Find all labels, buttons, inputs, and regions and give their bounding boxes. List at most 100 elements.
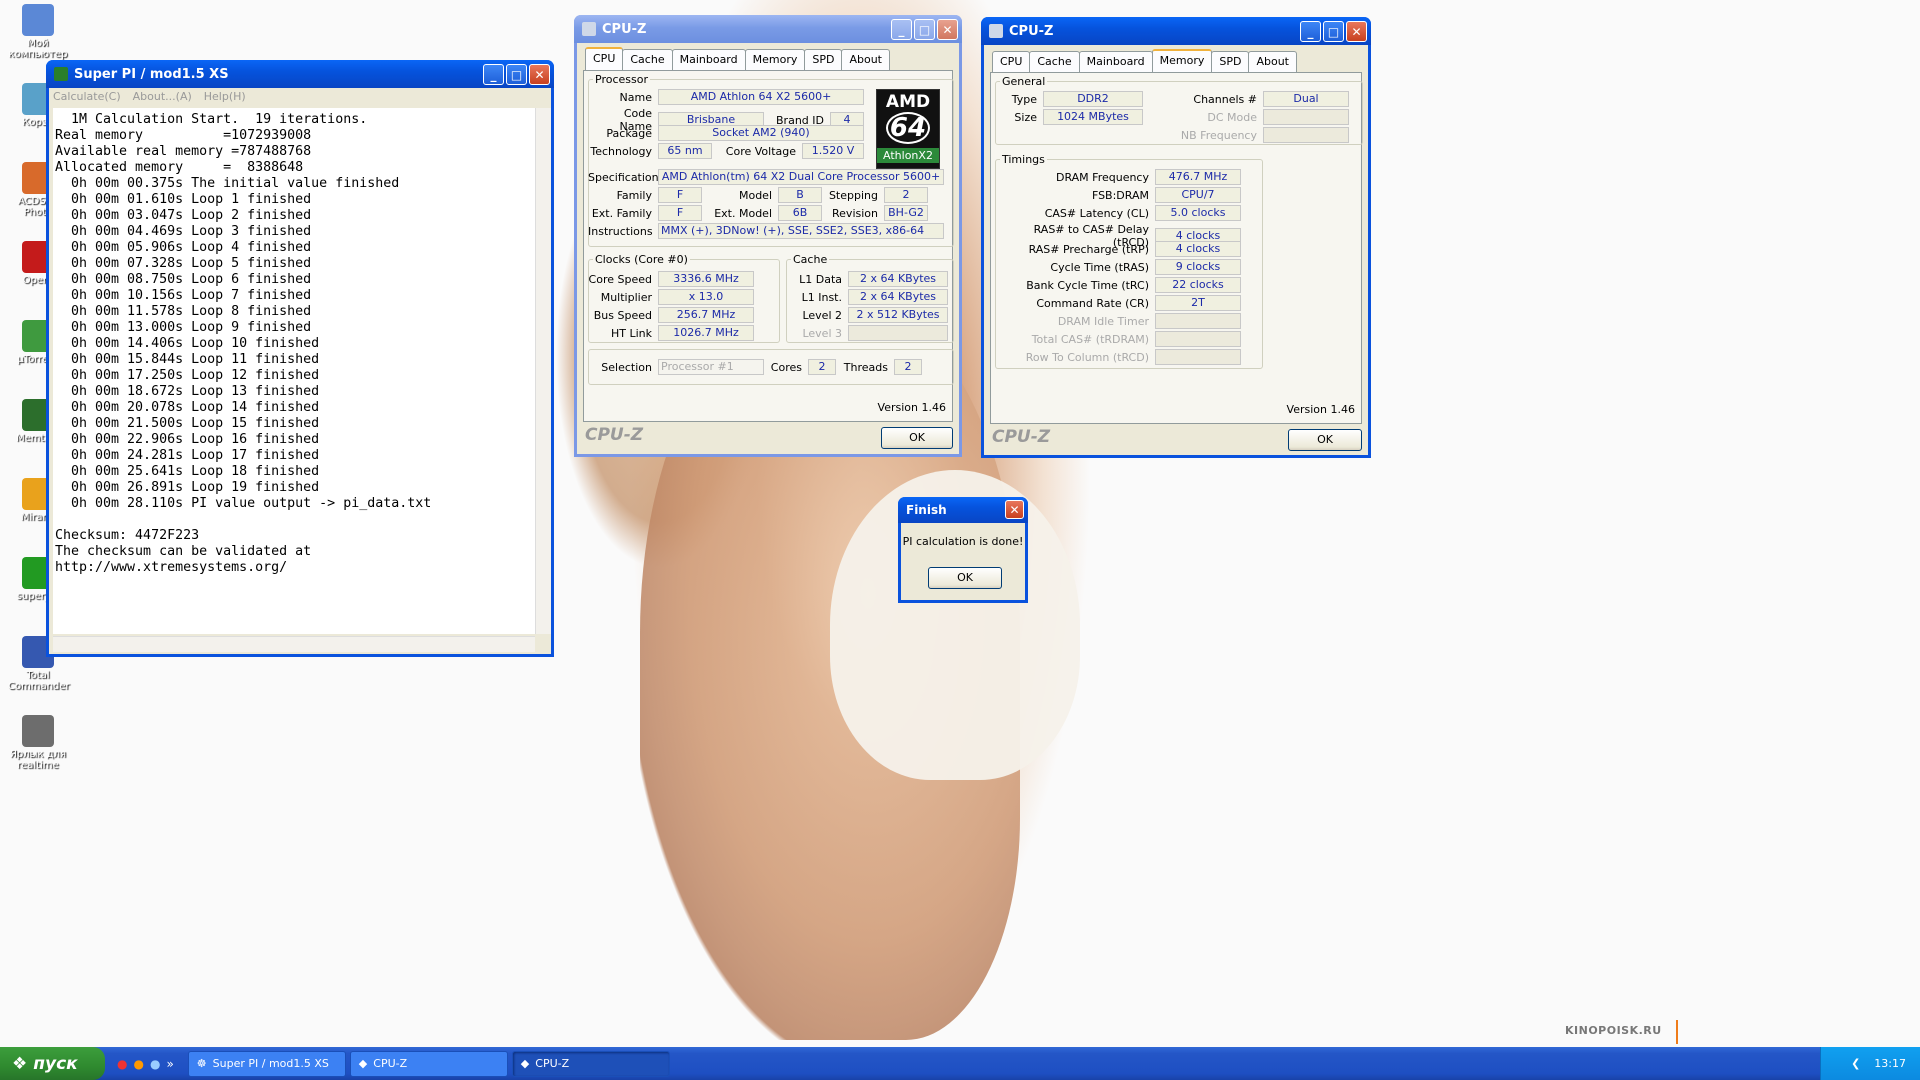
- model: B: [778, 187, 822, 203]
- cpuz-cpu-window[interactable]: CPU-Z _ □ ✕ CPU Cache Mainboard Memory S…: [574, 15, 962, 457]
- timing-label: Row To Column (tRCD): [1025, 350, 1149, 364]
- output-line: 0h 00m 28.110s PI value output -> pi_dat…: [55, 496, 432, 511]
- desktop-shortcut-icon: [22, 4, 54, 36]
- tab-about[interactable]: About: [1248, 51, 1297, 72]
- cpuz-brand: CPU-Z: [585, 425, 644, 445]
- menu-help[interactable]: Help(H): [204, 90, 246, 106]
- maximize-button[interactable]: □: [506, 64, 527, 85]
- maximize-button[interactable]: □: [914, 19, 935, 40]
- cpuz-version: Version 1.46: [1286, 403, 1355, 416]
- desktop-icon-label: Ярлык для realtime: [9, 749, 67, 771]
- timing-row: RAS# Precharge (tRP) 4 clocks: [995, 241, 1241, 257]
- superpi-window[interactable]: Super PI / mod1.5 XS _ □ ✕ Calculate(C) …: [46, 60, 554, 657]
- menu-about[interactable]: About...(A): [133, 90, 192, 106]
- dcmode-label: DC Mode: [1207, 110, 1257, 124]
- superpi-titlebar[interactable]: Super PI / mod1.5 XS _ □ ✕: [46, 60, 554, 88]
- tab-cpu[interactable]: CPU: [585, 47, 624, 70]
- name-label: Name: [619, 90, 652, 104]
- output-line: 0h 00m 04.469s Loop 3 finished: [55, 224, 312, 239]
- cores: 2: [808, 359, 836, 375]
- menu-calculate[interactable]: Calculate(C): [53, 90, 121, 106]
- ext-family: F: [658, 205, 702, 221]
- tab-memory[interactable]: Memory: [744, 49, 806, 70]
- timing-row: CAS# Latency (CL) 5.0 clocks: [995, 205, 1241, 221]
- close-button[interactable]: ✕: [529, 64, 550, 85]
- cpuz-cpu-titlebar[interactable]: CPU-Z _ □ ✕: [574, 15, 962, 43]
- close-button[interactable]: ✕: [937, 19, 958, 40]
- tab-mainboard[interactable]: Mainboard: [1078, 51, 1153, 72]
- cache-legend: Cache: [793, 253, 828, 266]
- opera-quicklaunch-icon[interactable]: ●: [117, 1057, 127, 1071]
- specification: AMD Athlon(tm) 64 X2 Dual Core Processor…: [658, 169, 944, 185]
- dc-mode: [1263, 109, 1349, 125]
- tab-memory[interactable]: Memory: [1151, 49, 1213, 72]
- output-line: 0h 00m 13.000s Loop 9 finished: [55, 320, 312, 335]
- finish-dialog[interactable]: Finish ✕ PI calculation is done! OK: [898, 497, 1028, 603]
- tab-cache[interactable]: Cache: [1029, 51, 1080, 72]
- cpuz-memory-tabs: CPU Cache Mainboard Memory SPD About: [984, 45, 1368, 72]
- browser-quicklaunch-icon[interactable]: ●: [150, 1057, 160, 1071]
- multiplier-label: Multiplier: [600, 290, 652, 304]
- cpuz-brand: CPU-Z: [992, 427, 1051, 447]
- specification-label: Specification: [588, 170, 659, 184]
- cpuz-app-icon: [582, 22, 596, 36]
- cpuz-version: Version 1.46: [877, 401, 946, 414]
- close-button[interactable]: ✕: [1346, 21, 1367, 42]
- tray-back-icon[interactable]: ❮: [1851, 1057, 1860, 1070]
- processor-select[interactable]: Processor #1: [658, 359, 764, 375]
- desktop-icon[interactable]: Ярлык для realtime: [8, 715, 68, 771]
- output-line: 0h 00m 25.641s Loop 18 finished: [55, 464, 320, 479]
- logo-64: 64: [886, 112, 930, 144]
- logo-athlon: AthlonX2: [877, 148, 939, 163]
- ok-button[interactable]: OK: [1288, 429, 1362, 451]
- cpuz-memory-titlebar[interactable]: CPU-Z _ □ ✕: [981, 17, 1371, 45]
- finish-message: PI calculation is done!: [902, 535, 1024, 548]
- vertical-scrollbar[interactable]: [535, 108, 551, 634]
- technology-label: Technology: [590, 144, 652, 158]
- cpuz-task-icon: ◆: [520, 1057, 530, 1070]
- cores-label: Cores: [770, 360, 802, 374]
- tab-cache[interactable]: Cache: [622, 49, 673, 70]
- tab-about[interactable]: About: [841, 49, 890, 70]
- close-button[interactable]: ✕: [1005, 500, 1024, 519]
- ok-button[interactable]: OK: [881, 427, 953, 449]
- task-cpuz-2[interactable]: ◆ CPU-Z: [511, 1050, 670, 1077]
- output-line: 0h 00m 11.578s Loop 8 finished: [55, 304, 312, 319]
- task-cpuz-2-label: CPU-Z: [535, 1057, 570, 1070]
- ext-family-label: Ext. Family: [591, 206, 652, 220]
- cpuz-memory-panel: General Type DDR2 Channels # Dual Size 1024 …: [990, 72, 1363, 424]
- core-voltage: 1.520 V: [802, 143, 864, 159]
- finish-titlebar[interactable]: Finish ✕: [898, 497, 1028, 523]
- l1-data: 2 x 64 KBytes: [848, 271, 948, 287]
- tab-spd[interactable]: SPD: [1211, 51, 1250, 72]
- task-superpi[interactable]: ☸ Super PI / mod1.5 XS: [187, 1050, 346, 1077]
- finish-ok-button[interactable]: OK: [928, 567, 1002, 589]
- cpuz-memory-window[interactable]: CPU-Z _ □ ✕ CPU Cache Mainboard Memory S…: [981, 17, 1371, 458]
- chevron-more-icon[interactable]: »: [166, 1057, 173, 1071]
- minimize-button[interactable]: _: [483, 64, 504, 85]
- minimize-button[interactable]: _: [891, 19, 912, 40]
- firefox-quicklaunch-icon[interactable]: ●: [133, 1057, 143, 1071]
- timing-row: DRAM Frequency 476.7 MHz: [995, 169, 1241, 185]
- tab-spd[interactable]: SPD: [804, 49, 843, 70]
- output-line: http://www.xtremesystems.org/: [55, 560, 288, 575]
- logo-amd: AMD: [885, 92, 931, 112]
- output-line: 0h 00m 08.750s Loop 6 finished: [55, 272, 312, 287]
- general-legend: General: [1002, 75, 1046, 88]
- minimize-button[interactable]: _: [1300, 21, 1321, 42]
- cpuz-memory-title: CPU-Z: [1009, 23, 1054, 39]
- desktop-icon[interactable]: Мой компьютер: [8, 4, 68, 60]
- output-line: 0h 00m 05.906s Loop 4 finished: [55, 240, 312, 255]
- tab-mainboard[interactable]: Mainboard: [671, 49, 746, 70]
- memory-size: 1024 MBytes: [1043, 109, 1143, 125]
- maximize-button[interactable]: □: [1323, 21, 1344, 42]
- timing-value: 22 clocks: [1155, 277, 1241, 293]
- timing-label: CAS# Latency (CL): [1044, 206, 1149, 220]
- tab-cpu[interactable]: CPU: [992, 51, 1031, 72]
- start-button[interactable]: ❖ пуск: [0, 1047, 105, 1080]
- timing-value: 9 clocks: [1155, 259, 1241, 275]
- l1-inst: 2 x 64 KBytes: [848, 289, 948, 305]
- task-cpuz-1[interactable]: ◆ CPU-Z: [349, 1050, 508, 1077]
- horizontal-scrollbar[interactable]: [53, 636, 535, 652]
- output-line: Checksum: 4472F223: [55, 528, 200, 543]
